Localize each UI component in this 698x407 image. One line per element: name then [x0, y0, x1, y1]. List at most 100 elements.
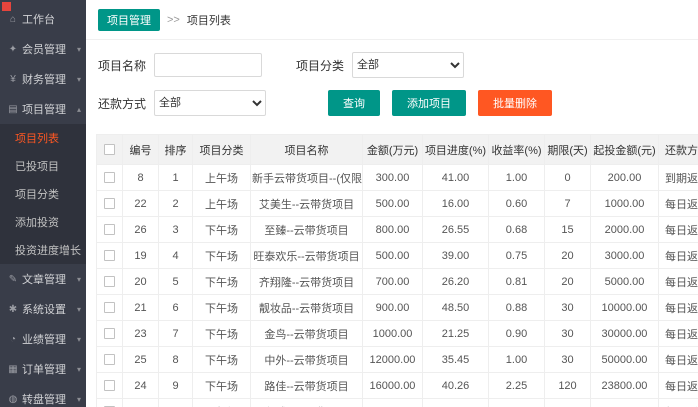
cell-days: 20	[545, 269, 591, 295]
project-name-input[interactable]	[154, 53, 262, 77]
project-category-select[interactable]: 全部	[352, 52, 464, 78]
sidebar-item-articles[interactable]: ✎文章管理▾	[0, 264, 86, 294]
sidebar-item-wheel[interactable]: ◍转盘管理▾	[0, 384, 86, 407]
filter-row-1: 项目名称 项目分类 全部	[98, 52, 688, 78]
row-checkbox[interactable]	[104, 354, 115, 365]
table-row: 194下午场旺泰欢乐--云带货项目500.0039.000.75203000.0…	[97, 243, 698, 269]
cell-amount: 300.00	[363, 165, 423, 191]
cell-id: 25	[123, 347, 159, 373]
row-checkbox[interactable]	[104, 328, 115, 339]
select-all-checkbox[interactable]	[104, 144, 115, 155]
cell-days: 15	[545, 217, 591, 243]
column-header: 编号	[123, 135, 159, 165]
table-row: 222上午场艾美生--云带货项目500.0016.000.6071000.00每…	[97, 191, 698, 217]
cell-repay-method: 每日返息	[659, 269, 698, 295]
sidebar-item-label: 文章管理	[22, 271, 75, 287]
cell-amount: 500.00	[363, 243, 423, 269]
select-all-header-cell	[97, 135, 123, 165]
breadcrumb-current: 项目列表	[187, 12, 231, 28]
articles-icon: ✎	[7, 274, 19, 285]
table-row: 263下午场至臻--云带货项目800.0026.550.68152000.00每…	[97, 217, 698, 243]
row-checkbox[interactable]	[104, 172, 115, 183]
cell-progress: 41.00	[423, 165, 489, 191]
column-header: 起投金额(元)	[591, 135, 659, 165]
chevron-up-icon: ▴	[77, 105, 81, 114]
cell-progress: 48.50	[423, 295, 489, 321]
row-checkbox[interactable]	[104, 224, 115, 235]
cell-sort: 9	[159, 373, 193, 399]
cell-min-invest: 23800.00	[591, 373, 659, 399]
row-check-cell	[97, 191, 123, 217]
add-project-button[interactable]: 添加项目	[392, 90, 466, 116]
sidebar-subitem[interactable]: 项目列表	[0, 124, 86, 152]
cell-category: 下午场	[193, 373, 251, 399]
sidebar-item-projects[interactable]: ▤项目管理▴	[0, 94, 86, 124]
query-button[interactable]: 查询	[328, 90, 380, 116]
column-header: 期限(天)	[545, 135, 591, 165]
cell-days: 120	[545, 373, 591, 399]
cell-category: 下午场	[193, 269, 251, 295]
cell-repay-method: 到期返本	[659, 165, 698, 191]
table-row: 249下午场路佳--云带货项目16000.0040.262.2512023800…	[97, 373, 698, 399]
cell-repay-method: 每日返息	[659, 347, 698, 373]
chevron-down-icon: ▾	[77, 45, 81, 54]
table-row: 216下午场靓妆品--云带货项目900.0048.500.883010000.0…	[97, 295, 698, 321]
settings-icon: ✱	[7, 304, 19, 315]
sidebar-item-label: 订单管理	[22, 361, 75, 377]
sidebar-subitem[interactable]: 添加投资	[0, 208, 86, 236]
cell-amount: 700.00	[363, 269, 423, 295]
column-header: 收益率(%)	[489, 135, 545, 165]
cell-min-invest: 2000.00	[591, 217, 659, 243]
cell-name: 新手云带货项目--(仅限一次)	[251, 165, 363, 191]
sidebar-item-system[interactable]: ✱系统设置▾	[0, 294, 86, 324]
cell-id: 8	[123, 165, 159, 191]
cell-sort: 2	[159, 191, 193, 217]
sidebar-subitem[interactable]: 项目分类	[0, 180, 86, 208]
table-row: 205下午场齐翔隆--云带货项目700.0026.200.81205000.00…	[97, 269, 698, 295]
cell-sort: 5	[159, 269, 193, 295]
main-content: 项目管理 >> 项目列表 项目名称 项目分类 全部 还款方式 全部 查询 添加项…	[86, 0, 698, 407]
sidebar-item-orders[interactable]: ▦订单管理▾	[0, 354, 86, 384]
chevron-down-icon: ▾	[77, 365, 81, 374]
filter-row-2: 还款方式 全部 查询 添加项目 批量删除	[98, 90, 688, 116]
batch-delete-button[interactable]: 批量删除	[478, 90, 552, 116]
row-checkbox[interactable]	[104, 276, 115, 287]
logo-mark	[2, 2, 11, 11]
row-checkbox[interactable]	[104, 198, 115, 209]
console-icon: ⌂	[7, 14, 19, 25]
sidebar-subitem[interactable]: 投资进度增长	[0, 236, 86, 264]
wheel-icon: ◍	[7, 394, 19, 405]
cell-name: 艾美生--云带货项目	[251, 191, 363, 217]
chevron-down-icon: ▾	[77, 305, 81, 314]
cell-days: 0	[545, 165, 591, 191]
sidebar-item-workbench[interactable]: ⌂工作台	[0, 4, 86, 34]
sidebar-subitem[interactable]: 已投项目	[0, 152, 86, 180]
sidebar-item-label: 系统设置	[22, 301, 75, 317]
breadcrumb-root[interactable]: 项目管理	[98, 9, 160, 31]
members-icon: ✦	[7, 44, 19, 55]
project-table: 编号排序项目分类项目名称金额(万元)项目进度(%)收益率(%)期限(天)起投金额…	[96, 134, 698, 407]
row-check-cell	[97, 321, 123, 347]
performance-icon: ◔	[7, 334, 19, 345]
sidebar-nav: ⌂工作台✦会员管理▾¥财务管理▾▤项目管理▴项目列表已投项目项目分类添加投资投资…	[0, 0, 86, 407]
cell-name: 中外--云带货项目	[251, 347, 363, 373]
breadcrumb: 项目管理 >> 项目列表	[86, 0, 698, 40]
repay-method-select[interactable]: 全部	[154, 90, 266, 116]
cell-name: 久威--云带货项目	[251, 399, 363, 407]
row-checkbox[interactable]	[104, 302, 115, 313]
cell-id: 22	[123, 191, 159, 217]
row-checkbox[interactable]	[104, 250, 115, 261]
row-check-cell	[97, 295, 123, 321]
sidebar-item-finance[interactable]: ¥财务管理▾	[0, 64, 86, 94]
cell-sort: 4	[159, 243, 193, 269]
cell-name: 靓妆品--云带货项目	[251, 295, 363, 321]
row-checkbox[interactable]	[104, 380, 115, 391]
cell-category: 下午场	[193, 243, 251, 269]
sidebar-item-performance[interactable]: ◔业绩管理▾	[0, 324, 86, 354]
cell-days: 20	[545, 243, 591, 269]
sidebar-item-members[interactable]: ✦会员管理▾	[0, 34, 86, 64]
table-body: 81上午场新手云带货项目--(仅限一次)300.0041.001.000200.…	[97, 165, 698, 407]
projects-icon: ▤	[7, 104, 19, 115]
cell-amount: 900.00	[363, 295, 423, 321]
cell-sort: 7	[159, 321, 193, 347]
